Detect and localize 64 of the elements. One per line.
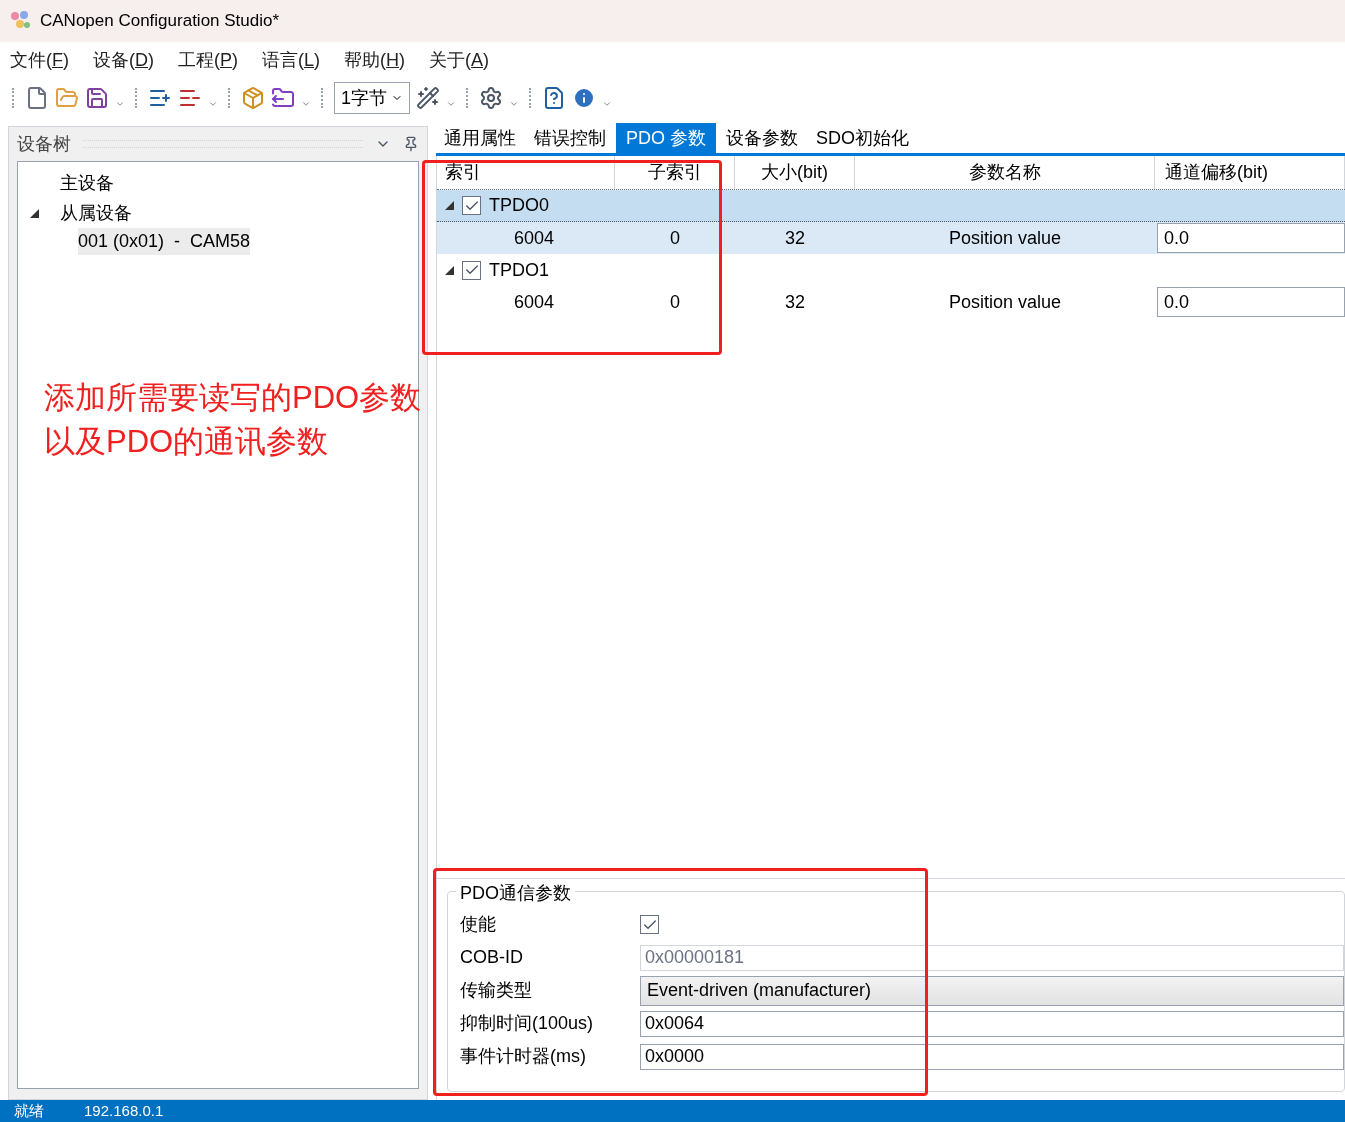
byte-size-select[interactable]: 1字节 [334,82,410,114]
expand-arrow-icon[interactable] [445,201,454,210]
column-header[interactable]: 参数名称 [855,156,1155,189]
table-cell-text: 32 [785,226,805,250]
menu-item[interactable]: 帮助(H) [344,46,406,74]
panel-grip[interactable] [83,140,363,148]
tab[interactable]: 错误控制 [526,123,614,153]
pin-icon[interactable] [403,136,419,152]
tree-item[interactable]: 从属设备 [60,199,132,227]
input-field[interactable]: 0x0000 [640,1043,1344,1070]
field-label: 传输类型 [460,979,533,1002]
column-header[interactable]: 子索引 [615,156,735,189]
checkbox[interactable] [462,196,481,215]
menu-item[interactable]: 语言(L) [262,46,321,74]
transfer-type-select[interactable]: Event-driven (manufacturer) [640,975,1344,1006]
field-label: 使能 [460,913,497,936]
column-header[interactable]: 大小(bit) [735,156,855,189]
column-header[interactable]: 索引 [437,156,615,189]
column-header[interactable]: 通道偏移(bit) [1155,156,1345,189]
tree-item[interactable]: 主设备 [60,169,114,197]
expand-arrow-icon[interactable] [445,265,454,275]
tab[interactable]: 设备参数 [718,123,806,153]
panel-title: 设备树 [17,132,71,156]
expand-arrow-icon[interactable] [30,208,39,218]
field-label: COB-ID [460,946,524,969]
table-cell-text: 6004 [513,290,554,314]
group-label: TPDO1 [489,258,549,282]
annotation-text: 以及PDO的通讯参数 [44,423,330,461]
field-label: 事件计时器(ms) [460,1045,587,1068]
offset-field[interactable]: 0.0 [1157,287,1345,317]
group-label: TPDO0 [489,194,549,217]
status-text: 192.168.0.1 [84,1100,164,1121]
menu-item[interactable]: 关于(A) [429,46,490,74]
window-title: CANopen Configuration Studio* [40,10,280,33]
menu-item[interactable]: 文件(F) [10,46,69,74]
table-cell-text: 32 [785,290,805,314]
annotation-text: 添加所需要读写的PDO参数 [44,379,422,417]
menu-item[interactable]: 工程(P) [178,46,238,74]
field-label: 抑制时间(100us) [460,1012,595,1035]
checkbox[interactable] [462,260,481,280]
export-icon[interactable] [271,86,295,110]
status-text: 就绪 [14,1100,44,1121]
offset-field[interactable]: 0.0 [1157,223,1345,253]
menu-item[interactable]: 设备(D) [93,46,154,74]
tree-item[interactable]: 001 (0x01) - CAM58 [78,227,251,255]
table-row[interactable]: 6004 0 32 Position value 0.0 [437,222,1345,254]
info-icon[interactable] [572,86,596,110]
tab[interactable]: 通用属性 [436,123,524,153]
box-icon[interactable] [241,86,265,110]
magic-wand-icon[interactable] [416,86,440,110]
new-file-icon[interactable] [25,86,49,110]
table-cell-text: 0 [670,290,680,314]
table-cell-text: Position value [948,226,1062,250]
gear-icon[interactable] [479,86,503,110]
checkbox[interactable] [640,915,659,934]
help-document-icon[interactable] [542,86,566,110]
tab[interactable]: SDO初始化 [808,123,918,153]
table-cell-text: 0 [670,226,680,250]
save-icon[interactable] [85,86,109,110]
tab[interactable]: PDO 参数 [616,123,716,153]
input-field[interactable]: 0x0064 [640,1010,1344,1037]
table-cell-text: 6004 [513,226,554,250]
table-group-row[interactable]: TPDO0 [437,190,1345,222]
table-cell-text: Position value [948,290,1062,314]
